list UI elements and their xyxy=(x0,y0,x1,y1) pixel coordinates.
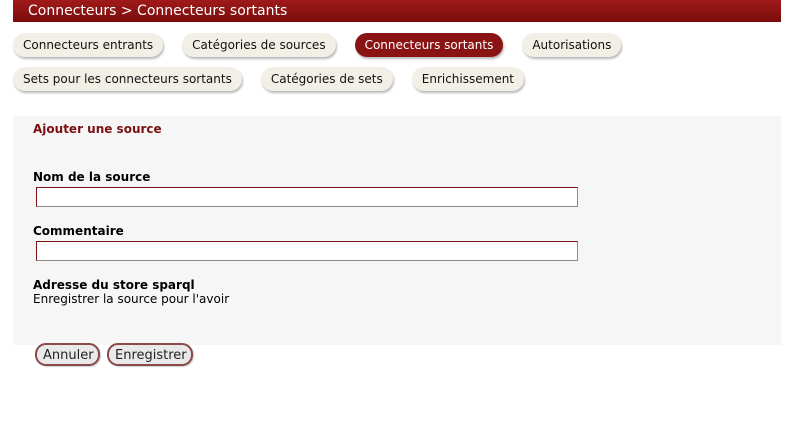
page-title-bar: Connecteurs > Connecteurs sortants xyxy=(13,0,781,22)
name-label: Nom de la source xyxy=(33,170,151,184)
tab-categories-de-sources[interactable]: Catégories de sources xyxy=(182,33,336,57)
tabs-row-2: Sets pour les connecteurs sortants Catég… xyxy=(13,67,543,91)
save-button[interactable]: Enregistrer xyxy=(107,343,193,366)
tab-categories-de-sets[interactable]: Catégories de sets xyxy=(260,67,393,91)
tab-connecteurs-sortants[interactable]: Connecteurs sortants xyxy=(354,33,504,57)
form-title: Ajouter une source xyxy=(33,122,162,136)
address-label: Adresse du store sparql xyxy=(33,278,195,292)
add-source-panel: Ajouter une source Nom de la source Comm… xyxy=(13,116,781,345)
tab-autorisations[interactable]: Autorisations xyxy=(522,33,622,57)
tab-connecteurs-entrants[interactable]: Connecteurs entrants xyxy=(13,33,164,57)
tabs-row-1: Connecteurs entrants Catégories de sourc… xyxy=(13,33,640,57)
cancel-button[interactable]: Annuler xyxy=(35,343,100,366)
comment-input[interactable] xyxy=(36,241,578,261)
address-text: Enregistrer la source pour l'avoir xyxy=(33,292,230,306)
name-input[interactable] xyxy=(36,187,578,207)
tab-sets-connecteurs-sortants[interactable]: Sets pour les connecteurs sortants xyxy=(13,67,242,91)
comment-label: Commentaire xyxy=(33,224,124,238)
tab-enrichissement[interactable]: Enrichissement xyxy=(411,67,525,91)
page-title: Connecteurs > Connecteurs sortants xyxy=(28,3,288,19)
